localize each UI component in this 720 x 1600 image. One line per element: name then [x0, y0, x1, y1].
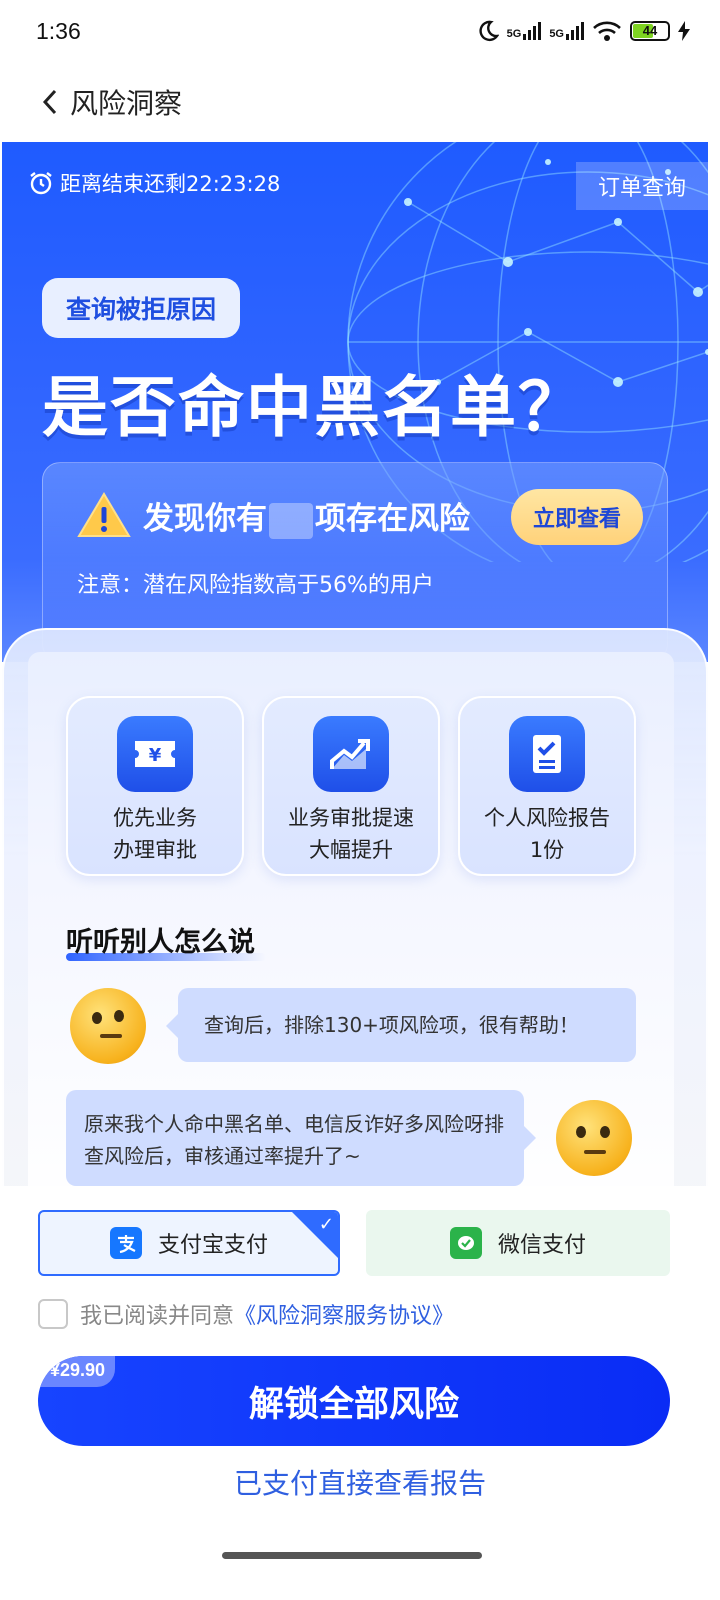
- emoji-eye: [600, 1126, 610, 1138]
- benefit-label-2b: 大幅提升: [309, 838, 393, 862]
- testimonials-title-text: 听听别人怎么说: [66, 927, 255, 958]
- countdown-timer: 距离结束还剩22:23:28: [28, 168, 280, 198]
- benefit-label-3b: 1份: [529, 838, 565, 862]
- benefit-label-3: 个人风险报告: [484, 806, 610, 830]
- signal-2: 5G: [549, 22, 584, 40]
- countdown-text: 距离结束还剩22:23:28: [60, 172, 281, 196]
- benefit-card-report: 个人风险报告 1份: [458, 696, 636, 876]
- risk-prefix: 发现你有: [143, 501, 267, 537]
- risk-note: 注意：潜在风险指数高于56%的用户: [77, 573, 434, 598]
- headline: 是否命中黑名单？: [42, 369, 586, 446]
- warning-icon: [77, 492, 131, 537]
- benefit-label-1: 优先业务: [113, 806, 197, 830]
- reason-tag: 查询被拒原因: [42, 278, 241, 338]
- page-title: 风险洞察: [70, 87, 183, 120]
- emoji-mouth: [584, 1150, 606, 1154]
- agreement-checkbox[interactable]: [38, 1299, 68, 1329]
- signal-1-label: 5G: [506, 28, 522, 40]
- chevron-left-icon: [42, 89, 57, 115]
- signal-bars-icon: [566, 22, 584, 40]
- check-icon: ✓: [318, 1214, 334, 1235]
- back-button[interactable]: [30, 82, 70, 122]
- alipay-label: 支付宝支付: [157, 1233, 268, 1258]
- alipay-icon: [109, 1227, 142, 1259]
- trend-up-icon: [313, 716, 389, 792]
- paid-view-report-link[interactable]: 已支付直接查看报告: [0, 1462, 720, 1502]
- benefit-card-speed: 业务审批提速 大幅提升: [262, 696, 440, 876]
- risk-count-mask: [269, 502, 313, 539]
- signal-bars-icon: [523, 22, 542, 40]
- benefit-label-2: 业务审批提速: [288, 806, 414, 830]
- emoji-eye: [576, 1126, 586, 1138]
- emoji-mouth: [100, 1034, 122, 1038]
- risk-suffix: 项存在风险: [315, 501, 470, 537]
- wifi-icon: [593, 21, 621, 41]
- agreement-link[interactable]: 《风险洞察服务协议》: [234, 1298, 454, 1330]
- report-check-icon: [509, 716, 585, 792]
- hero-banner: 距离结束还剩22:23:28 订单查询 查询被拒原因 是否命中黑名单？ 发现你有…: [2, 142, 708, 662]
- nav-bar: 风险洞察: [0, 64, 720, 142]
- status-bar: 1:36 5G 5G 44: [0, 0, 720, 64]
- unlock-label: 解锁全部风险: [248, 1384, 459, 1425]
- charging-icon: [678, 21, 690, 41]
- agreement-row: 我已阅读并同意 《风险洞察服务协议》: [38, 1298, 454, 1330]
- signal-1: 5G: [507, 22, 542, 40]
- monocle-emoji-icon: [556, 1100, 632, 1176]
- agreement-prefix: 我已阅读并同意: [80, 1304, 235, 1329]
- wechat-pay-option[interactable]: 微信支付: [366, 1210, 670, 1276]
- testimonial-bubble-2: 原来我个人命中黑名单、电信反诈好多风险呀排查风险后，审核通过率提升了~: [66, 1090, 536, 1186]
- unlock-button[interactable]: ¥29.90 解锁全部风险: [38, 1356, 670, 1446]
- risk-summary: 发现你有 项存在风险: [143, 493, 470, 539]
- signal-2-label: 5G: [549, 28, 564, 40]
- price-tag: ¥29.90: [38, 1356, 116, 1387]
- home-indicator[interactable]: [222, 1552, 482, 1559]
- wechat-pay-label: 微信支付: [497, 1233, 586, 1258]
- svg-text:¥: ¥: [149, 745, 162, 766]
- status-time: 1:36: [36, 18, 81, 44]
- status-icons: 5G 5G 44: [477, 20, 690, 42]
- emoji-eye: [92, 1012, 102, 1024]
- yen-ticket-icon: ¥: [117, 716, 193, 792]
- benefit-card-priority: ¥ 优先业务 办理审批: [66, 696, 244, 876]
- moon-icon: [479, 20, 499, 42]
- alipay-option[interactable]: 支付宝支付 ✓: [38, 1210, 340, 1276]
- battery-level: 44: [642, 23, 658, 38]
- testimonial-bubble-1: 查询后，排除130+项风险项，很有帮助！: [166, 988, 636, 1062]
- view-now-button[interactable]: 立即查看: [510, 489, 643, 545]
- thinking-emoji-icon: [70, 988, 146, 1064]
- emoji-eye: [114, 1010, 124, 1022]
- battery-icon: 44: [630, 21, 670, 41]
- order-query-button[interactable]: 订单查询: [575, 162, 708, 210]
- testimonials-title: 听听别人怎么说: [66, 920, 266, 961]
- benefit-label-1b: 办理审批: [113, 838, 197, 862]
- alarm-clock-icon: [30, 172, 52, 195]
- wechat-pay-icon: [449, 1227, 482, 1259]
